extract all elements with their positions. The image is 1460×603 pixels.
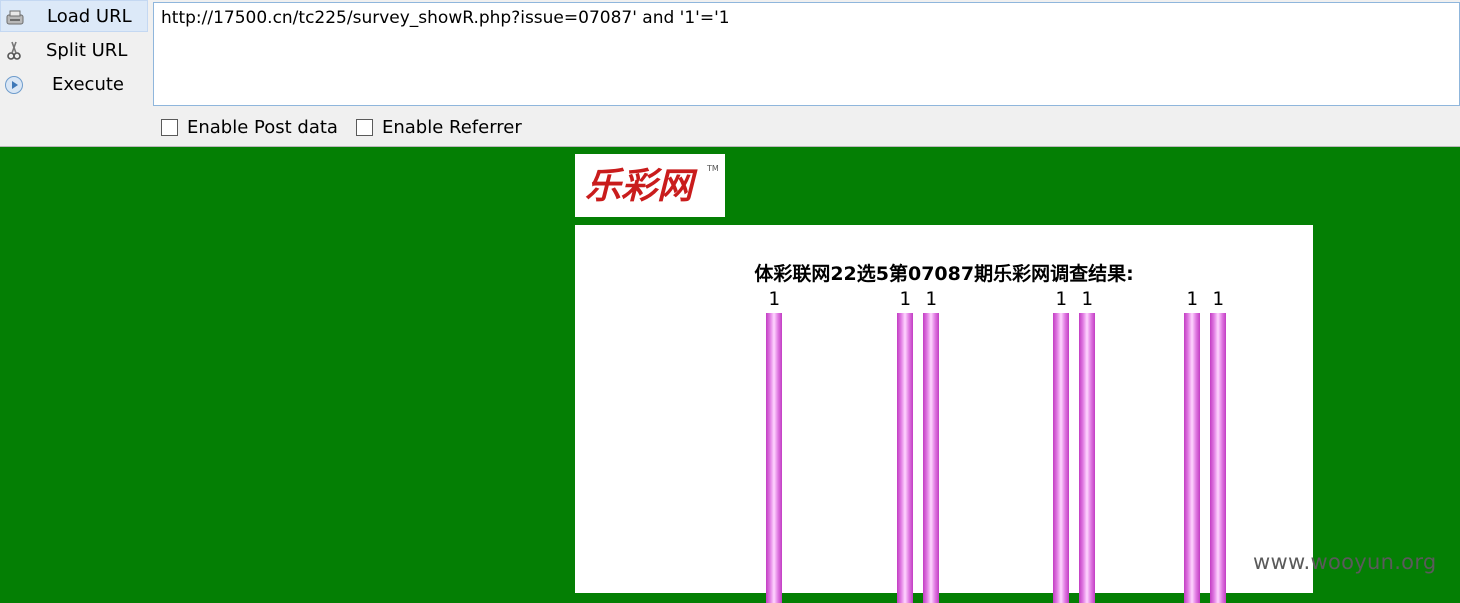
survey-bar (897, 313, 913, 603)
load-url-button[interactable]: Load URL (0, 0, 148, 32)
survey-panel: 体彩联网22选5第07087期乐彩网调查结果: 1 1 1 1 1 1 1 (575, 225, 1313, 603)
survey-bar (1184, 313, 1200, 603)
split-url-label: Split URL (46, 39, 128, 61)
scissors-icon (7, 41, 21, 60)
svg-text:TM: TM (706, 164, 719, 173)
execute-button[interactable]: Execute (0, 68, 148, 100)
survey-title: 体彩联网22选5第07087期乐彩网调查结果: (754, 263, 1134, 285)
url-input[interactable]: http://17500.cn/tc225/survey_showR.php?i… (153, 2, 1460, 106)
bar-label: 1 (1212, 288, 1224, 310)
enable-referrer-checkbox[interactable]: Enable Referrer (356, 117, 522, 138)
hackbar-toolbar: Load URL Split URL Execute http://17500.… (0, 0, 1460, 147)
survey-bar (766, 313, 782, 603)
survey-bar (1053, 313, 1069, 603)
lecai-logo[interactable]: 乐彩网 TM (575, 154, 725, 217)
bar-label: 1 (1055, 288, 1067, 310)
load-url-icon (6, 10, 24, 25)
bar-label: 1 (899, 288, 911, 310)
svg-text:乐彩网: 乐彩网 (585, 165, 698, 207)
bar-label: 1 (1081, 288, 1093, 310)
watermark: www.wooyun.org (1253, 550, 1437, 574)
checkbox-box[interactable] (356, 119, 373, 136)
enable-post-data-label: Enable Post data (187, 117, 338, 138)
execute-label: Execute (52, 73, 124, 95)
load-url-label: Load URL (47, 5, 132, 27)
survey-bar (1079, 313, 1095, 603)
enable-referrer-label: Enable Referrer (382, 117, 522, 138)
play-icon (5, 76, 23, 94)
bar-label: 1 (1186, 288, 1198, 310)
logo-image: 乐彩网 TM (585, 164, 719, 207)
survey-bar (1210, 313, 1226, 603)
survey-bar (923, 313, 939, 603)
bar-label: 1 (768, 288, 780, 310)
enable-post-data-checkbox[interactable]: Enable Post data (161, 117, 338, 138)
split-url-button[interactable]: Split URL (0, 34, 148, 66)
bar-label: 1 (925, 288, 937, 310)
checkbox-box[interactable] (161, 119, 178, 136)
